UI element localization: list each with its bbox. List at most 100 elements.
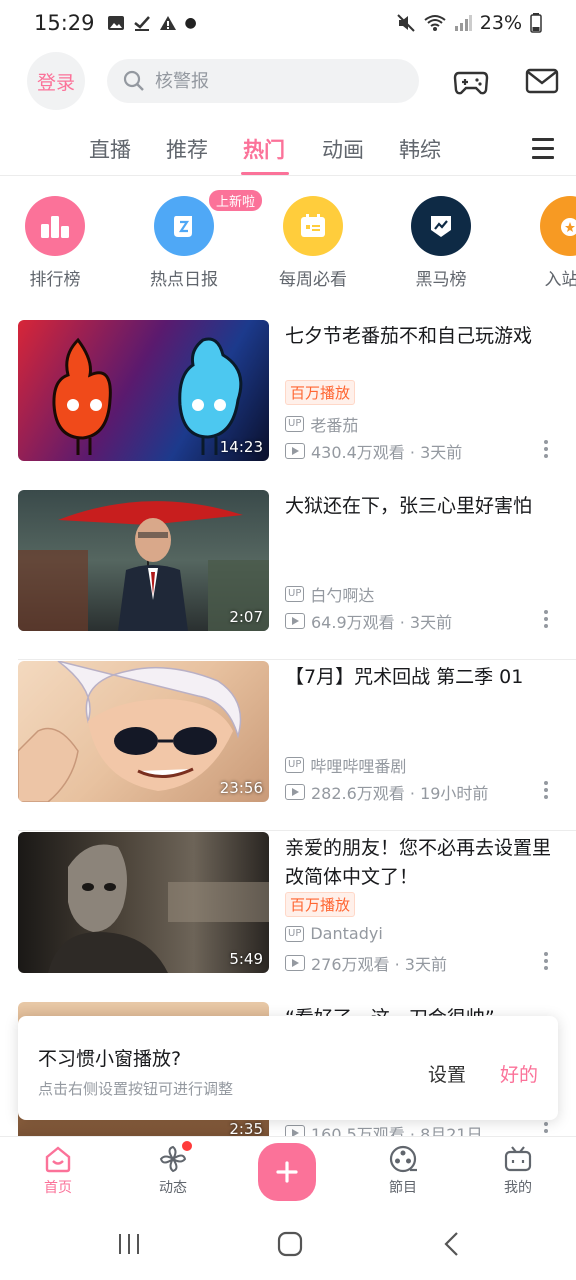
more-options-icon[interactable] xyxy=(540,610,552,630)
nav-home[interactable]: 首页 xyxy=(18,1145,98,1197)
publish-plus-button[interactable] xyxy=(258,1143,316,1201)
video-title[interactable]: 大狱还在下，张三心里好害怕 xyxy=(285,492,555,521)
video-uploader[interactable]: UP 老番茄 xyxy=(285,412,358,436)
mini-player-tip-popup: 不习惯小窗播放? 点击右侧设置按钮可进行调整 设置 好的 xyxy=(18,1016,558,1120)
battery-percentage: 23% xyxy=(479,12,522,34)
login-label: 登录 xyxy=(36,71,75,94)
video-thumbnail[interactable]: 5:49 xyxy=(18,832,269,973)
tab-anime[interactable]: 动画 xyxy=(322,134,364,164)
plus-icon xyxy=(276,1161,298,1183)
video-stats: 430.4万观看 · 3天前 xyxy=(285,439,462,463)
mail-icon[interactable] xyxy=(524,64,560,98)
settings-button[interactable]: 设置 xyxy=(428,1060,466,1087)
shortcut-label: 入站必 xyxy=(544,270,576,290)
view-stats: 282.6万观看 · 19小时前 xyxy=(311,784,489,803)
shortcut-dark-horse[interactable]: 黑马榜 xyxy=(386,196,496,290)
signal-icon xyxy=(454,15,472,31)
back-icon[interactable] xyxy=(442,1231,462,1257)
search-input[interactable] xyxy=(155,70,395,92)
video-stats: 282.6万观看 · 19小时前 xyxy=(285,780,488,804)
recent-apps-icon[interactable] xyxy=(116,1232,142,1256)
up-icon: UP xyxy=(285,586,305,602)
ok-button[interactable]: 好的 xyxy=(500,1060,538,1087)
status-bar: 15:29 ● 23% xyxy=(0,0,576,46)
shortcut-row: 排行榜 上新啦 热点日报 每周必看 黑马榜 入站必 xyxy=(0,190,576,296)
video-thumbnail[interactable]: 2:07 xyxy=(18,490,269,631)
nav-me[interactable]: 我的 xyxy=(478,1145,558,1197)
video-card[interactable]: 5:49 亲爱的朋友！您不必再去设置里改简体中文了！ 百万播放 UP Danta… xyxy=(0,832,576,1002)
nav-label: 首页 xyxy=(44,1180,72,1196)
top-header: 登录 xyxy=(0,52,576,110)
play-count-icon xyxy=(285,784,305,800)
gamepad-icon[interactable] xyxy=(453,64,489,98)
nav-programs[interactable]: 節目 xyxy=(363,1145,443,1197)
wifi-icon xyxy=(424,15,446,31)
video-card[interactable]: 2:07 大狱还在下，张三心里好害怕 UP 白勺啊达 64.9万观看 · 3天前 xyxy=(0,490,576,660)
up-icon: UP xyxy=(285,416,305,432)
video-thumbnail[interactable]: 23:56 xyxy=(18,661,269,802)
warning-icon xyxy=(159,16,176,30)
new-badge: 上新啦 xyxy=(209,190,263,211)
video-duration: 5:49 xyxy=(229,950,263,968)
tab-recommend[interactable]: 推荐 xyxy=(166,134,208,164)
video-thumbnail[interactable]: 14:23 xyxy=(18,320,269,461)
calendar-icon xyxy=(283,196,343,256)
shortcut-must-see[interactable]: 入站必 xyxy=(515,196,576,290)
uploader-name: 哔哩哔哩番剧 xyxy=(310,757,407,776)
video-title[interactable]: 【7月】咒术回战 第二季 01 xyxy=(285,663,555,692)
popup-subtitle: 点击右侧设置按钮可进行调整 xyxy=(38,1080,234,1098)
video-title[interactable]: 七夕节老番茄不和自己玩游戏 xyxy=(285,322,555,351)
video-stats: 64.9万观看 · 3天前 xyxy=(285,609,452,633)
more-options-icon[interactable] xyxy=(540,952,552,972)
notification-dot xyxy=(182,1141,192,1151)
popup-title: 不习惯小窗播放? xyxy=(38,1048,182,1070)
tab-korean-variety[interactable]: 韩综 xyxy=(399,134,441,164)
bottom-navigation: 首页 动态 節目 我的 xyxy=(0,1136,576,1210)
home-button-icon[interactable] xyxy=(277,1231,303,1257)
shortcut-label: 每周必看 xyxy=(279,270,347,290)
search-bar[interactable] xyxy=(107,59,419,103)
view-stats: 276万观看 · 3天前 xyxy=(311,955,447,974)
film-reel-icon xyxy=(389,1145,417,1173)
nav-label: 節目 xyxy=(389,1180,417,1196)
menu-icon[interactable] xyxy=(532,138,554,160)
nav-dynamic[interactable]: 动态 xyxy=(133,1145,213,1197)
shortcut-ranking[interactable]: 排行榜 xyxy=(0,196,110,290)
battery-icon xyxy=(530,13,542,33)
active-tab-indicator xyxy=(241,172,289,175)
video-uploader[interactable]: UP 哔哩哔哩番剧 xyxy=(285,753,406,777)
play-count-icon xyxy=(285,443,305,459)
uploader-name: 白勺啊达 xyxy=(310,586,375,605)
video-uploader[interactable]: UP Dantadyi xyxy=(285,924,383,943)
more-options-icon[interactable] xyxy=(540,781,552,801)
video-duration: 14:23 xyxy=(219,438,263,456)
home-icon xyxy=(45,1146,71,1173)
video-duration: 2:07 xyxy=(229,608,263,626)
play-count-icon xyxy=(285,955,305,971)
uploader-name: 老番茄 xyxy=(310,416,359,435)
video-title[interactable]: 亲爱的朋友！您不必再去设置里改简体中文了！ xyxy=(285,834,555,892)
up-icon: UP xyxy=(285,757,305,773)
trend-icon xyxy=(411,196,471,256)
up-icon: UP xyxy=(285,925,305,942)
video-card[interactable]: 23:56 【7月】咒术回战 第二季 01 UP 哔哩哔哩番剧 282.6万观看… xyxy=(0,661,576,831)
image-notification-icon xyxy=(107,16,124,30)
clock: 15:29 xyxy=(34,11,95,35)
video-card[interactable]: 14:23 七夕节老番茄不和自己玩游戏 百万播放 UP 老番茄 430.4万观看… xyxy=(0,320,576,490)
daily-scroll-icon xyxy=(154,196,214,256)
shortcut-daily-hot[interactable]: 上新啦 热点日报 xyxy=(129,190,263,290)
divider xyxy=(18,659,576,660)
login-avatar-button[interactable]: 登录 xyxy=(27,52,85,110)
play-count-icon xyxy=(285,613,305,629)
tab-hot[interactable]: 热门 xyxy=(243,134,285,164)
video-uploader[interactable]: UP 白勺啊达 xyxy=(285,582,374,606)
mute-icon xyxy=(397,14,415,32)
more-options-icon[interactable] xyxy=(540,440,552,460)
category-tabs: 直播 推荐 热门 动画 韩综 xyxy=(0,128,576,176)
shortcut-weekly[interactable]: 每周必看 xyxy=(258,196,368,290)
video-tag: 百万播放 xyxy=(285,380,356,405)
tv-icon xyxy=(504,1146,532,1172)
check-notification-icon xyxy=(133,16,150,31)
video-duration: 23:56 xyxy=(219,779,263,797)
tab-live[interactable]: 直播 xyxy=(89,134,131,164)
